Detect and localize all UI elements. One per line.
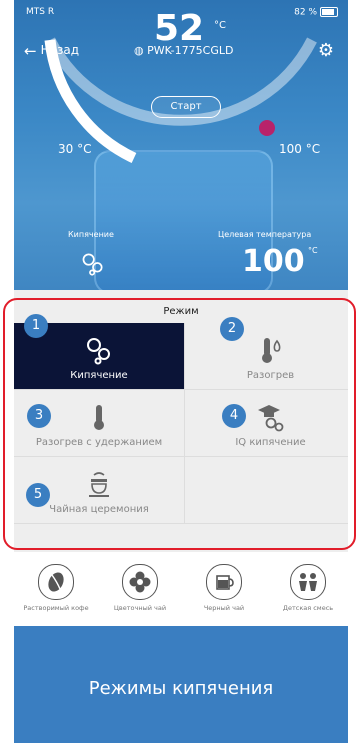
boil-bubbles-icon [82,253,103,276]
preset-flower-tea[interactable]: Цветочный чай [98,558,182,624]
mode-number-badge: 3 [27,404,51,428]
back-arrow-icon: ← [24,42,37,60]
kettle-hero: MTS R 82 % ← Назад ◍ PWK-1775CGLD ⚙ 52 °C… [14,0,348,290]
preset-bar: Растворимый кофе Цветочный чай Черный ча… [14,552,348,626]
target-temperature-label: Целевая температура [218,230,312,239]
preset-black-tea-label: Черный чай [203,604,245,612]
battery-icon [320,7,338,17]
coffee-bean-icon [38,564,74,600]
settings-gear-icon[interactable]: ⚙ [318,40,334,61]
preset-baby-formula[interactable]: Детская смесь [266,558,348,624]
mode-number-badge: 1 [24,314,48,338]
max-temperature-label: 100 °C [279,142,321,156]
preset-black-tea[interactable]: Черный чай [182,558,266,624]
mode-number-badge: 2 [220,317,244,341]
preset-flower-tea-label: Цветочный чай [113,604,167,612]
preset-instant-coffee-label: Растворимый кофе [23,604,89,612]
min-temperature-label: 30 °C [58,142,92,156]
caption-banner: Режимы кипячения [14,626,348,743]
current-temperature: 52 [154,8,205,49]
back-button[interactable]: ← Назад [24,42,79,60]
start-button[interactable]: Старт [151,96,221,118]
current-temperature-unit: °C [214,20,226,31]
mode-panel-highlight [3,298,356,550]
globe-icon: ◍ [134,44,144,57]
target-temperature-value[interactable]: 100 [242,244,305,279]
target-temperature-unit: °C [308,246,318,255]
carrier-label: MTS R [26,7,55,17]
preset-instant-coffee[interactable]: Растворимый кофе [14,558,98,624]
flower-icon [122,564,158,600]
current-mode-label: Кипячение [68,230,114,239]
preset-baby-formula-label: Детская смесь [282,604,334,612]
dial-target-indicator [259,120,275,136]
tea-cup-icon [206,564,242,600]
battery-indicator: 82 % [294,7,338,18]
battery-label: 82 % [294,7,317,18]
children-icon [290,564,326,600]
mode-number-badge: 4 [222,404,246,428]
back-label: Назад [40,43,79,57]
mode-number-badge: 5 [26,483,50,507]
